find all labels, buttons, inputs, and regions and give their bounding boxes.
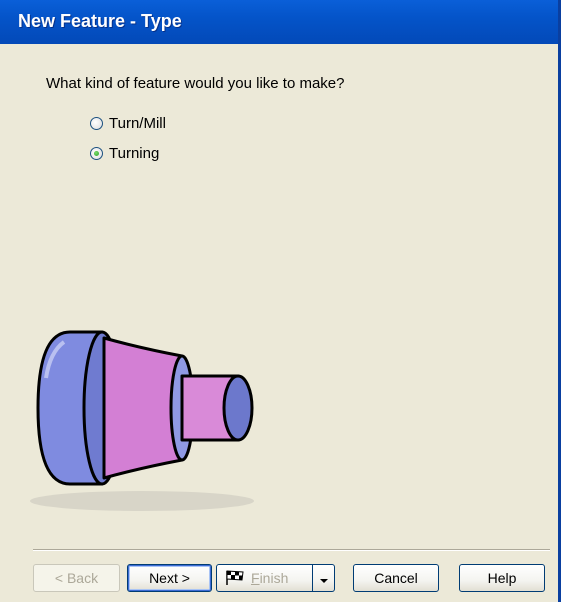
checkered-flag-icon (226, 570, 244, 585)
finish-split-button[interactable]: Finish (216, 564, 335, 592)
finish-button[interactable]: Finish (216, 564, 313, 592)
title-bar: New Feature - Type (0, 0, 561, 44)
button-separator (33, 549, 550, 551)
part-shadow (30, 491, 254, 511)
next-button[interactable]: Next > (127, 564, 212, 592)
option-label: Turn/Mill (109, 114, 166, 132)
radio-dot-icon (94, 150, 99, 156)
window-title: New Feature - Type (18, 11, 182, 31)
option-label: Turning (109, 144, 160, 162)
question-label: What kind of feature would you like to m… (46, 75, 345, 92)
radio-button-selected[interactable] (90, 146, 103, 160)
cancel-button[interactable]: Cancel (353, 564, 439, 592)
option-turning[interactable]: Turning (90, 143, 159, 163)
part-body (36, 330, 254, 486)
radio-button-unselected[interactable] (90, 116, 103, 130)
help-button[interactable]: Help (459, 564, 545, 592)
option-turn-mill[interactable]: Turn/Mill (90, 113, 166, 133)
finish-dropdown-button[interactable] (313, 564, 335, 592)
finish-label-mnemonic: F (251, 570, 260, 586)
back-button[interactable]: < Back (33, 564, 120, 592)
finish-label: inish (259, 570, 289, 586)
turned-part-illustration (30, 330, 254, 511)
dropdown-arrow-icon (319, 579, 328, 583)
